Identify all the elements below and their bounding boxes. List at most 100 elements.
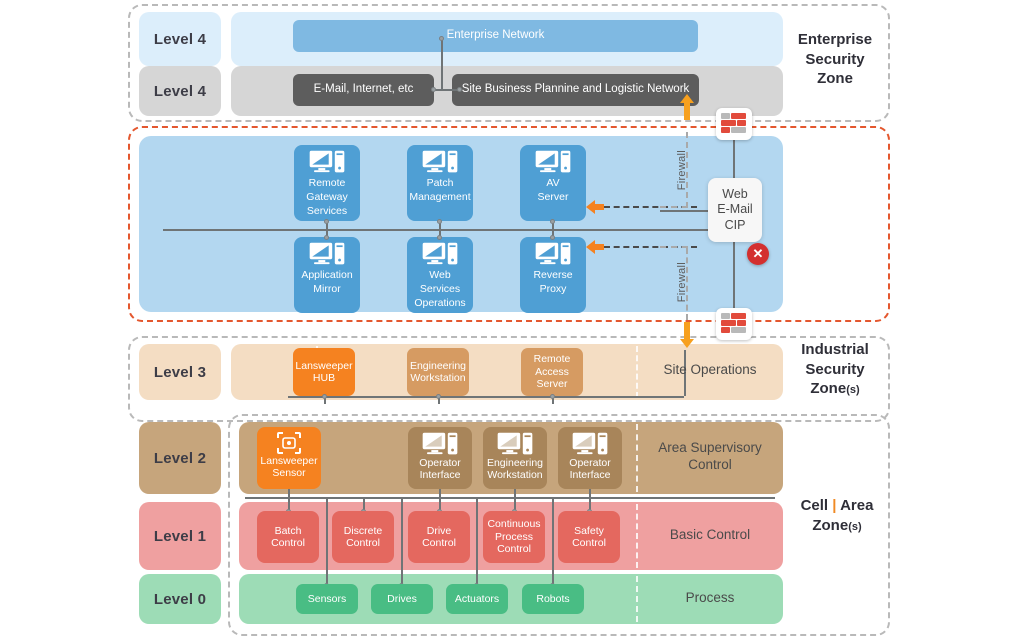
connector-dot [550,219,555,224]
basic-control-caption: Basic Control [669,527,751,542]
caption-line-1: Area Supervisory [658,440,762,455]
server-icon [422,150,458,173]
level-label-1: Level 1 [139,502,221,570]
connector-dot [550,235,555,240]
server-av-server[interactable]: AV Server [520,145,586,221]
brick-wall-icon [721,313,746,333]
level1-chip-safety-control[interactable]: Safety Control [558,511,620,563]
level2-bus-line [245,497,775,499]
firewall-icon-upper[interactable] [716,108,752,140]
enterprise-zone-caption: Enterprise Security Zone [782,30,888,89]
connector-dot [457,87,462,92]
caption-line-1: Cell | Area [782,496,892,516]
firewall-path-upper-foot [660,206,688,208]
level0-chip-actuators[interactable]: Actuators [446,584,508,614]
chip-line1: Batch [274,524,302,537]
level0-chip-sensors[interactable]: Sensors [296,584,358,614]
caption-line-2: Control [688,456,732,472]
server-patch-management[interactable]: Patch Management [407,145,473,221]
level-label-4-top: Level 4 [139,12,221,66]
server-icon [535,150,571,173]
enterprise-network-box: Enterprise Network [293,20,698,52]
passthrough-to-level0 [552,497,554,585]
level2-chip-engineering-workstation[interactable]: Engineering Workstation [483,427,547,489]
chip-line3: Server [536,378,568,391]
chip-line2: Control [422,537,456,549]
chip-line2: Sensor [272,467,306,480]
server-label-line1: Patch [426,177,454,189]
server-icon [309,242,345,265]
caption-zone-word: Zone [810,380,847,397]
firewall-label-upper: Firewall [676,150,688,191]
connector-dot [439,36,444,41]
cell-area-zone-caption: Cell | Area Zone(s) [782,496,892,535]
level1-chip-batch-control[interactable]: Batch Control [257,511,319,563]
level-label-2: Level 2 [139,422,221,494]
level3-divider-right [636,346,638,398]
chip-line2: Process [495,530,533,543]
firewall-path-lower-head [660,246,688,248]
passthrough-to-level0 [476,497,478,585]
firewall-icon-lower[interactable] [716,308,752,340]
chip-line1: Lansweeper [260,455,318,467]
level2-chip-operator-interface-1[interactable]: Operator Interface [408,427,472,489]
server-label-line3: Services [306,205,348,218]
level2-chip-lansweeper-sensor[interactable]: Lansweeper Sensor [257,427,321,489]
chip-line2: Control [346,537,380,549]
webmail-line2: E-Mail [717,202,753,217]
connector-dot [550,394,555,399]
level0-chip-robots[interactable]: Robots [522,584,584,614]
level3-chip-lansweeper-hub[interactable]: Lansweeper HUB [293,348,355,396]
cell-divider-level0 [636,576,638,622]
caption-line-3: Zone(s) [782,379,888,399]
server-label-line2: Server [537,191,569,204]
server-label-line1: Application [301,269,353,281]
server-label-line2: Gateway [306,191,348,204]
workstation-icon [422,432,458,455]
caption-zone-word: Zone [812,516,849,534]
connector-dot [437,235,442,240]
server-web-services-operations[interactable]: Web Services Operations [407,237,473,313]
server-icon [422,242,458,265]
arrow-up-icon [680,94,694,120]
caption-line-2: Security [805,50,865,68]
server-label-line2: Proxy [539,283,567,296]
area-supervisory-control-caption: Area Supervisory Control [640,440,780,474]
caption-separator: | [832,497,837,514]
chip-line1: Safety [574,524,604,537]
level0-chip-drives[interactable]: Drives [371,584,433,614]
level3-chip-engineering-workstation[interactable]: Engineering Workstation [407,348,469,396]
server-icon [535,242,571,265]
level3-chip-remote-access-server[interactable]: Remote Access Server [521,348,583,396]
level1-chip-drive-control[interactable]: Drive Control [408,511,470,563]
process-caption: Process [685,590,735,605]
web-email-cip-node[interactable]: Web E-Mail CIP [708,178,762,242]
workstation-icon [572,432,608,455]
server-label-line2: Mirror [313,283,341,296]
server-label-line2: Services [419,283,461,296]
level1-chip-continuous-process-control[interactable]: Continuous Process Control [483,511,545,563]
blocked-badge-icon: ✕ [747,243,769,265]
server-label-line1: Web [429,269,451,281]
server-label-line3: Operations [414,297,466,310]
level2-chip-operator-interface-2[interactable]: Operator Interface [558,427,622,489]
chip-line2: Workstation [487,469,543,482]
chip-line2: HUB [312,372,336,384]
chip-line2: Interface [419,469,461,482]
chip-line1: Lansweeper [295,359,353,372]
connector-dot [324,219,329,224]
level1-chip-discrete-control[interactable]: Discrete Control [332,511,394,563]
chip-line1: Engineering [486,457,544,469]
caption-line-2: Zone(s) [782,516,892,536]
cell-divider-level2 [636,424,638,492]
caption-line-1: Enterprise [797,31,873,48]
workstation-icon [497,432,533,455]
server-application-mirror[interactable]: Application Mirror [294,237,360,313]
scanner-target-icon [277,432,301,454]
server-label-line2: Management [409,191,471,204]
caption-line-2: Security [805,360,865,378]
server-reverse-proxy[interactable]: Reverse Proxy [520,237,586,313]
site-business-network-box: Site Business Plannine and Logistic Netw… [452,74,699,106]
caption-zone-plural: (s) [848,520,862,533]
server-remote-gateway-services[interactable]: Remote Gateway Services [294,145,360,221]
